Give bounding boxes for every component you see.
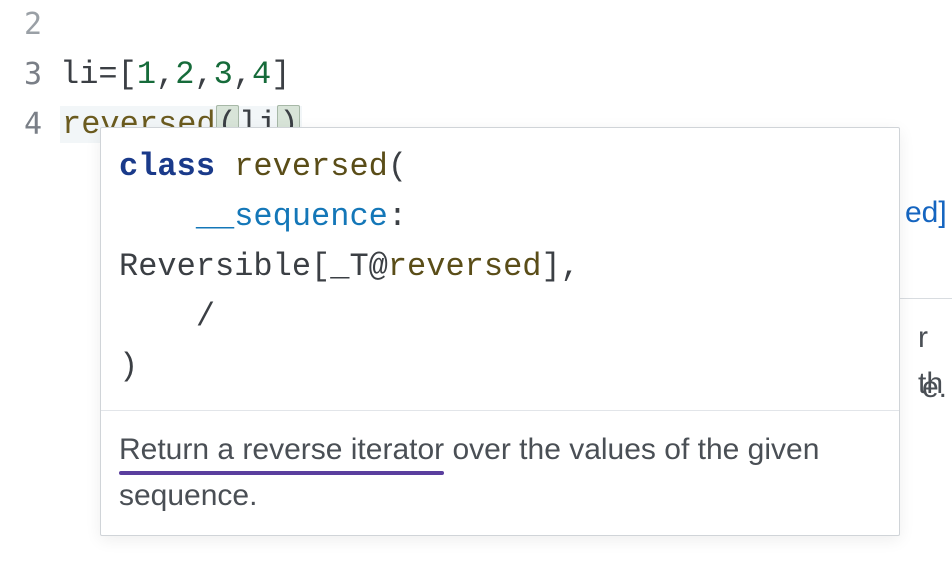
line-number: 4 [0,100,60,150]
operator-token: = [98,56,117,93]
background-text: e. [922,365,947,411]
code-line[interactable]: 3 li=[1,2,3,4] [0,50,952,100]
punct-token: ], [541,248,579,285]
signature-block: class reversed( __sequence: Reversible[_… [101,128,899,410]
slash-token: / [196,298,215,335]
punct-token: ] [271,56,290,93]
background-text: ed] [905,190,947,236]
line-number: 2 [0,0,60,50]
punct-token: , [194,56,213,93]
background-divider [900,298,952,299]
number-token: 3 [214,56,233,93]
code-line[interactable]: 2 [0,0,952,50]
number-token: 1 [137,56,156,93]
punct-token: : [388,198,407,235]
type-token: Reversible[_T [119,248,369,285]
at-token: @ [369,248,388,285]
signature-tooltip: class reversed( __sequence: Reversible[_… [100,127,900,536]
doc-text: Return a reverse iterator over the value… [101,411,899,535]
line-number: 3 [0,50,60,100]
param-token: sequence [234,198,388,235]
type-fn-token: reversed [388,248,542,285]
punct-token: , [233,56,252,93]
class-name-token: reversed [234,148,388,185]
punct-token: ) [119,348,138,385]
punct-token: ( [388,148,407,185]
punct-token: , [156,56,175,93]
param-token: __ [196,198,234,235]
number-token: 2 [175,56,194,93]
code-content[interactable]: li=[1,2,3,4] [60,50,290,100]
punct-token: [ [118,56,137,93]
underline-mark-icon [119,471,444,475]
number-token: 4 [252,56,271,93]
doc-underlined: Return a reverse iterator [119,427,444,473]
keyword-token: class [119,148,215,185]
variable-token: li [60,56,98,93]
